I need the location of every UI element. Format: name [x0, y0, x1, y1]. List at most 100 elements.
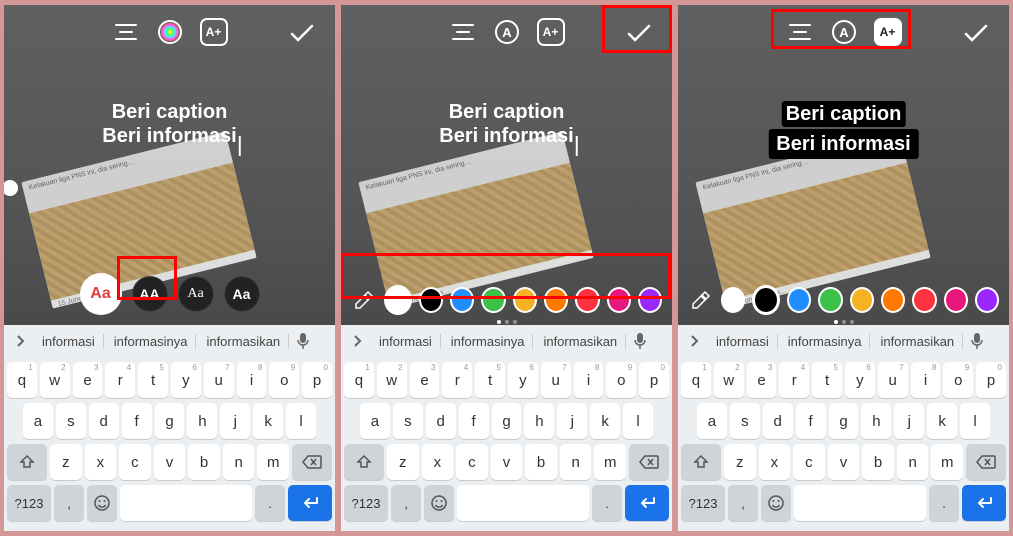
- enter-key[interactable]: [625, 485, 669, 521]
- font-style-classic[interactable]: Aa: [80, 273, 122, 315]
- backspace-key[interactable]: [629, 444, 669, 480]
- color-pink[interactable]: [607, 287, 631, 313]
- key-r[interactable]: r4: [779, 362, 809, 398]
- color-black[interactable]: [752, 285, 780, 315]
- key-g[interactable]: g: [492, 403, 522, 439]
- key-o[interactable]: o9: [606, 362, 636, 398]
- caption-text[interactable]: Beri caption Beri informasi: [102, 100, 236, 148]
- emoji-key[interactable]: [424, 485, 454, 521]
- key-s[interactable]: s: [393, 403, 423, 439]
- key-q[interactable]: q1: [7, 362, 37, 398]
- key-h[interactable]: h: [524, 403, 554, 439]
- key-g[interactable]: g: [829, 403, 859, 439]
- color-black[interactable]: [419, 287, 443, 313]
- key-x[interactable]: x: [759, 444, 791, 480]
- key-t[interactable]: t5: [475, 362, 505, 398]
- color-green[interactable]: [818, 287, 842, 313]
- suggestion-expand-icon[interactable]: [345, 334, 369, 348]
- key-i[interactable]: i8: [237, 362, 267, 398]
- suggestion-2[interactable]: informasinya: [443, 334, 534, 349]
- key-k[interactable]: k: [927, 403, 957, 439]
- key-d[interactable]: d: [426, 403, 456, 439]
- period-key[interactable]: .: [592, 485, 622, 521]
- key-p[interactable]: p0: [976, 362, 1006, 398]
- key-j[interactable]: j: [894, 403, 924, 439]
- key-r[interactable]: r4: [442, 362, 472, 398]
- confirm-text-button[interactable]: [624, 19, 654, 49]
- key-u[interactable]: u7: [204, 362, 234, 398]
- key-u[interactable]: u7: [541, 362, 571, 398]
- key-r[interactable]: r4: [105, 362, 135, 398]
- font-outline-icon[interactable]: A: [492, 17, 522, 47]
- voice-input-icon[interactable]: [965, 332, 989, 350]
- key-d[interactable]: d: [89, 403, 119, 439]
- key-o[interactable]: o9: [943, 362, 973, 398]
- color-wheel-icon[interactable]: [155, 17, 185, 47]
- key-n[interactable]: n: [560, 444, 592, 480]
- color-pink[interactable]: [944, 287, 968, 313]
- color-green[interactable]: [481, 287, 505, 313]
- backspace-key[interactable]: [966, 444, 1006, 480]
- suggestion-1[interactable]: informasi: [371, 334, 441, 349]
- key-u[interactable]: u7: [878, 362, 908, 398]
- suggestion-3[interactable]: informasikan: [535, 334, 626, 349]
- key-y[interactable]: y6: [845, 362, 875, 398]
- symbols-key[interactable]: ?123: [681, 485, 725, 521]
- key-i[interactable]: i8: [574, 362, 604, 398]
- key-l[interactable]: l: [960, 403, 990, 439]
- caption-text[interactable]: Beri caption Beri informasi: [439, 100, 573, 148]
- key-w[interactable]: w2: [40, 362, 70, 398]
- key-a[interactable]: a: [23, 403, 53, 439]
- suggestion-1[interactable]: informasi: [708, 334, 778, 349]
- font-style-modern[interactable]: AA: [132, 276, 168, 312]
- eyedropper-icon[interactable]: [351, 286, 377, 314]
- comma-key[interactable]: ,: [54, 485, 84, 521]
- key-b[interactable]: b: [188, 444, 220, 480]
- suggestion-2[interactable]: informasinya: [106, 334, 197, 349]
- key-f[interactable]: f: [796, 403, 826, 439]
- key-h[interactable]: h: [187, 403, 217, 439]
- key-g[interactable]: g: [155, 403, 185, 439]
- color-blue[interactable]: [787, 287, 811, 313]
- suggestion-3[interactable]: informasikan: [198, 334, 289, 349]
- confirm-text-button[interactable]: [961, 19, 991, 49]
- key-b[interactable]: b: [525, 444, 557, 480]
- caption-text[interactable]: Beri caption Beri informasi: [768, 100, 918, 160]
- color-white[interactable]: [384, 285, 412, 315]
- suggestion-2[interactable]: informasinya: [780, 334, 871, 349]
- story-canvas[interactable]: A+ Beri caption Beri informasi Kelakuan …: [4, 5, 335, 325]
- key-m[interactable]: m: [931, 444, 963, 480]
- key-z[interactable]: z: [724, 444, 756, 480]
- suggestion-3[interactable]: informasikan: [872, 334, 963, 349]
- color-red[interactable]: [912, 287, 936, 313]
- key-l[interactable]: l: [623, 403, 653, 439]
- enter-key[interactable]: [288, 485, 332, 521]
- emoji-key[interactable]: [87, 485, 117, 521]
- key-w[interactable]: w2: [714, 362, 744, 398]
- suggestion-expand-icon[interactable]: [682, 334, 706, 348]
- key-c[interactable]: c: [793, 444, 825, 480]
- key-b[interactable]: b: [862, 444, 894, 480]
- shift-key[interactable]: [7, 444, 47, 480]
- key-m[interactable]: m: [594, 444, 626, 480]
- text-size-slider-thumb[interactable]: [4, 180, 18, 196]
- key-c[interactable]: c: [456, 444, 488, 480]
- color-purple[interactable]: [638, 287, 662, 313]
- key-q[interactable]: q1: [681, 362, 711, 398]
- comma-key[interactable]: ,: [391, 485, 421, 521]
- key-t[interactable]: t5: [812, 362, 842, 398]
- align-icon[interactable]: [448, 17, 478, 47]
- key-v[interactable]: v: [154, 444, 186, 480]
- color-orange[interactable]: [881, 287, 905, 313]
- key-q[interactable]: q1: [344, 362, 374, 398]
- color-yellow[interactable]: [850, 287, 874, 313]
- comma-key[interactable]: ,: [728, 485, 758, 521]
- story-canvas[interactable]: A A+ Beri caption Beri informasi Kelakua…: [341, 5, 672, 325]
- color-blue[interactable]: [450, 287, 474, 313]
- key-e[interactable]: e3: [410, 362, 440, 398]
- key-e[interactable]: e3: [747, 362, 777, 398]
- key-p[interactable]: p0: [639, 362, 669, 398]
- shift-key[interactable]: [681, 444, 721, 480]
- key-f[interactable]: f: [122, 403, 152, 439]
- color-purple[interactable]: [975, 287, 999, 313]
